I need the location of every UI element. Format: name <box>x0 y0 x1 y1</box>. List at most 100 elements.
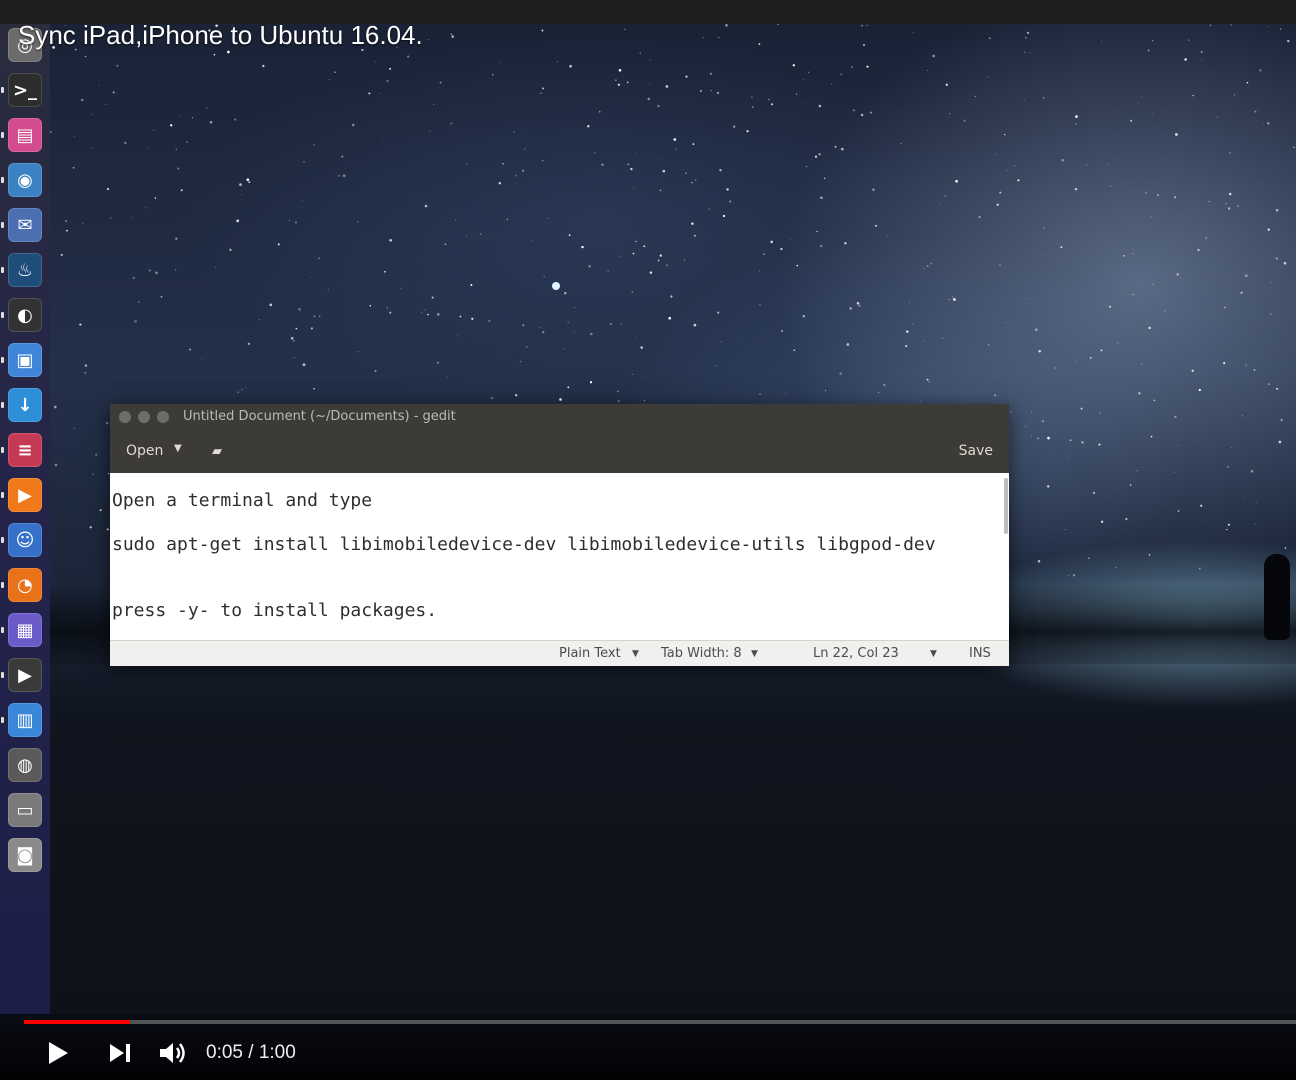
launcher-item-file-manager[interactable]: ▥ <box>8 703 42 737</box>
star <box>618 69 622 72</box>
star <box>237 391 239 393</box>
star <box>446 376 448 378</box>
new-tab-icon[interactable]: ▰ <box>212 444 222 459</box>
tab-width-selector[interactable]: Tab Width: 8 <box>661 646 742 661</box>
window-titlebar[interactable]: Untitled Document (~/Documents) - gedit <box>110 404 1009 431</box>
launcher-item-chrome[interactable]: ◉ <box>8 163 42 197</box>
star <box>540 92 542 94</box>
star <box>1013 165 1015 167</box>
star <box>450 33 452 35</box>
launcher-item-settings[interactable]: ≡ <box>8 433 42 467</box>
launcher-item-webcam[interactable]: ◍ <box>8 748 42 782</box>
launcher-item-downloader[interactable]: ↓ <box>8 388 42 422</box>
star <box>1076 360 1078 361</box>
launcher-item-blender[interactable]: ◔ <box>8 568 42 602</box>
running-indicator <box>1 177 4 183</box>
language-selector[interactable]: Plain Text <box>559 646 621 661</box>
star <box>506 218 509 220</box>
star <box>699 89 703 92</box>
launcher-item-mail[interactable]: ✉ <box>8 208 42 242</box>
star <box>659 189 662 192</box>
star <box>839 372 842 375</box>
star <box>620 323 622 325</box>
star <box>949 113 951 115</box>
maximize-icon[interactable] <box>157 411 169 423</box>
star <box>514 174 517 177</box>
launcher-item-video-player[interactable]: ▶ <box>8 658 42 692</box>
star <box>89 526 92 529</box>
cursor-position[interactable]: Ln 22, Col 23 <box>813 646 899 661</box>
star <box>988 76 990 78</box>
star <box>424 309 426 311</box>
launcher-item-files[interactable]: ▤ <box>8 118 42 152</box>
star <box>236 219 240 223</box>
star <box>439 81 442 84</box>
star <box>379 92 381 94</box>
text-editor[interactable]: Open a terminal and type sudo apt-get in… <box>110 473 1009 640</box>
star <box>153 129 155 132</box>
star <box>542 87 545 90</box>
star <box>1086 164 1088 166</box>
launcher-item-media-player[interactable]: ▶ <box>8 478 42 512</box>
star <box>541 29 544 32</box>
star <box>1262 123 1264 124</box>
star <box>928 381 930 383</box>
launcher-item-camera[interactable]: ▣ <box>8 343 42 377</box>
star <box>1123 255 1125 257</box>
launcher-item-chat[interactable]: ☺ <box>8 523 42 557</box>
open-button[interactable]: Open <box>126 443 163 459</box>
star <box>1129 484 1132 486</box>
launcher-item-screenshot[interactable]: ◙ <box>8 838 42 872</box>
star <box>191 117 193 119</box>
star <box>1259 69 1262 72</box>
star <box>818 104 822 108</box>
window-title: Untitled Document (~/Documents) - gedit <box>183 409 456 424</box>
star <box>770 240 773 244</box>
star <box>840 73 843 76</box>
files-icon: ▤ <box>16 124 34 146</box>
star <box>1153 399 1156 401</box>
star <box>490 396 494 400</box>
close-icon[interactable] <box>119 411 131 423</box>
star <box>79 323 82 326</box>
gedit-window[interactable]: Untitled Document (~/Documents) - gedit … <box>110 404 1009 666</box>
star <box>290 337 294 340</box>
star <box>805 165 808 168</box>
star <box>429 130 431 132</box>
star <box>616 390 619 393</box>
running-indicator <box>1 357 4 363</box>
total-time: 1:00 <box>258 1042 296 1063</box>
chevron-down-icon[interactable]: ▼ <box>174 443 182 454</box>
chevron-down-icon[interactable]: ▼ <box>632 649 639 659</box>
star <box>1100 41 1102 42</box>
star <box>1174 415 1177 419</box>
minimize-icon[interactable] <box>138 411 150 423</box>
volume-icon[interactable] <box>158 1040 188 1066</box>
star <box>1060 246 1063 249</box>
star <box>607 270 609 272</box>
launcher-item-obs[interactable]: ◐ <box>8 298 42 332</box>
play-icon[interactable] <box>46 1040 70 1066</box>
star <box>849 307 852 310</box>
save-button[interactable]: Save <box>959 443 993 459</box>
star <box>615 79 617 81</box>
star <box>790 238 792 240</box>
star <box>866 65 869 68</box>
chevron-down-icon[interactable]: ▼ <box>751 649 758 659</box>
camera-icon: ▣ <box>16 349 34 371</box>
launcher-item-notes[interactable]: ▦ <box>8 613 42 647</box>
chevron-down-icon[interactable]: ▼ <box>930 649 937 659</box>
launcher-item-steam[interactable]: ♨ <box>8 253 42 287</box>
next-icon[interactable] <box>108 1042 132 1064</box>
running-indicator <box>1 582 4 588</box>
launcher-item-display[interactable]: ▭ <box>8 793 42 827</box>
launcher-item-terminal[interactable]: >_ <box>8 73 42 107</box>
scrollbar[interactable] <box>1004 478 1008 534</box>
running-indicator <box>1 717 4 723</box>
star <box>328 79 330 80</box>
mail-icon: ✉ <box>17 214 33 236</box>
star <box>1174 472 1175 473</box>
star <box>124 141 127 145</box>
star <box>906 330 909 333</box>
progress-bar[interactable] <box>24 1020 1296 1024</box>
